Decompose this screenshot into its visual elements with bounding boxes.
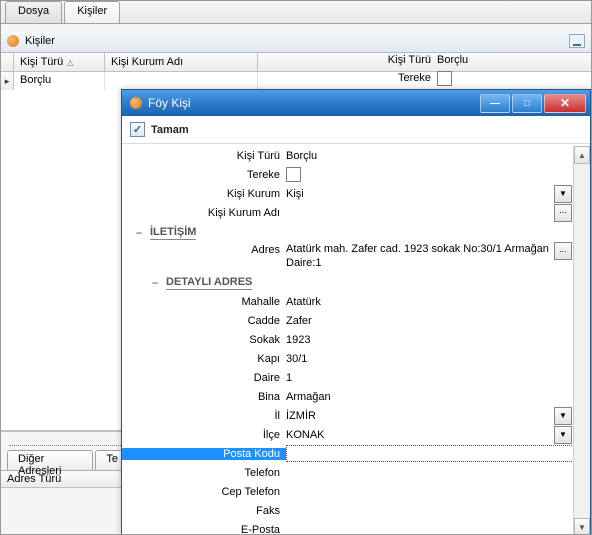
label-mahalle: Mahalle	[122, 296, 286, 308]
value-ilce[interactable]: KONAK	[286, 429, 552, 441]
il-dropdown-button[interactable]: ▼	[554, 407, 572, 425]
info-label-kisi-turu: Kişi Türü	[371, 54, 431, 66]
label-telefon: Telefon	[122, 467, 286, 479]
label-kisi-kurum-adi: Kişi Kurum Adı	[122, 207, 286, 219]
subtab-diger-adresleri[interactable]: Diğer Adresleri	[7, 450, 93, 470]
dialog-scrollbar[interactable]: ▲ ▼	[573, 146, 590, 535]
label-kapi: Kapı	[122, 353, 286, 365]
dialog-titlebar[interactable]: Föy Kişi — □ ✕	[122, 90, 590, 116]
label-posta-kodu: Posta Kodu	[122, 448, 286, 460]
label-kisi-kurum: Kişi Kurum	[122, 188, 286, 200]
collapse-icon: −	[150, 276, 160, 290]
foy-kisi-dialog: Föy Kişi — □ ✕ ✓ Tamam Kişi Türü Borçlu …	[121, 89, 591, 535]
scroll-up-button[interactable]: ▲	[574, 146, 590, 164]
tamam-label: Tamam	[151, 124, 189, 136]
group-iletisim-label: İLETİŞİM	[150, 226, 196, 240]
close-icon: ✕	[560, 96, 570, 110]
label-sokak: Sokak	[122, 334, 286, 346]
grid-row-indicator-header	[1, 53, 14, 71]
tab-kisiler-label: Kişiler	[77, 5, 107, 17]
label-bina: Bina	[122, 391, 286, 403]
subtab-te-label: Te	[106, 453, 118, 465]
value-bina[interactable]: Armağan	[286, 391, 331, 403]
scroll-down-button[interactable]: ▼	[574, 518, 590, 535]
group-detayli-adres[interactable]: −DETAYLI ADRES	[122, 272, 574, 292]
chevron-down-icon: ▼	[559, 411, 567, 420]
panel-icon	[7, 35, 19, 47]
label-ilce: İlçe	[122, 429, 286, 441]
value-cadde[interactable]: Zafer	[286, 315, 312, 327]
tab-dosya[interactable]: Dosya	[5, 1, 62, 23]
chevron-down-icon: ▼	[578, 523, 586, 532]
info-tereke-checkbox[interactable]	[437, 71, 452, 86]
info-value-kisi-turu: Borçlu	[437, 54, 468, 66]
row-current-indicator-icon: ▸	[1, 72, 14, 90]
group-iletisim[interactable]: −İLETİŞİM	[122, 222, 574, 242]
label-il: İl	[122, 410, 286, 422]
table-row[interactable]: ▸ Borçlu	[1, 72, 591, 90]
label-daire: Daire	[122, 372, 286, 384]
dialog-maximize-button[interactable]: □	[512, 94, 542, 113]
maximize-icon: □	[524, 98, 530, 109]
grid-col-kisi-turu-label: Kişi Türü	[20, 56, 63, 68]
subgrid-col-adres-turu[interactable]: Adres Türü	[1, 471, 131, 488]
value-mahalle[interactable]: Atatürk	[286, 296, 321, 308]
kisi-kurum-adi-lookup-button[interactable]: ⋯	[554, 204, 572, 222]
ellipsis-icon: ⋯	[559, 208, 567, 217]
dialog-close-button[interactable]: ✕	[544, 94, 586, 113]
minimize-icon: —	[490, 98, 500, 109]
value-sokak[interactable]: 1923	[286, 334, 310, 346]
dialog-minimize-button[interactable]: —	[480, 94, 510, 113]
value-kapi[interactable]: 30/1	[286, 353, 307, 365]
value-kisi-kurum[interactable]: Kişi	[286, 188, 552, 200]
chevron-down-icon: ▼	[559, 430, 567, 439]
ellipsis-icon: ⋯	[559, 247, 567, 256]
grid-col-kisi-turu[interactable]: Kişi Türü △	[14, 53, 105, 71]
tab-dosya-label: Dosya	[18, 5, 49, 17]
cell-kisi-kurum-adi	[105, 72, 258, 90]
label-faks: Faks	[122, 505, 286, 517]
value-daire[interactable]: 1	[286, 372, 292, 384]
panel-minimize-button[interactable]	[569, 34, 585, 48]
sort-indicator-icon: △	[67, 58, 73, 67]
label-kisi-turu: Kişi Türü	[122, 150, 286, 162]
dialog-icon	[130, 97, 142, 109]
posta-kodu-input[interactable]	[287, 446, 571, 461]
tamam-checkbox[interactable]: ✓	[130, 122, 145, 137]
chevron-up-icon: ▲	[578, 151, 586, 160]
label-cadde: Cadde	[122, 315, 286, 327]
tereke-checkbox[interactable]	[286, 167, 301, 182]
collapse-icon: −	[134, 226, 144, 240]
dialog-title: Föy Kişi	[148, 96, 191, 110]
label-cep-telefon: Cep Telefon	[122, 486, 286, 498]
subgrid-col-adres-turu-label: Adres Türü	[7, 473, 61, 485]
panel-title: Kişiler	[25, 35, 55, 47]
adres-lookup-button[interactable]: ⋯	[554, 242, 572, 260]
cell-kisi-turu: Borçlu	[14, 72, 105, 90]
tab-kisiler[interactable]: Kişiler	[64, 1, 120, 23]
label-eposta: E-Posta	[122, 524, 286, 535]
label-tereke: Tereke	[122, 169, 286, 181]
panel-header: Kişiler	[1, 30, 591, 53]
grid-col-kisi-kurum-adi-label: Kişi Kurum Adı	[111, 56, 183, 68]
value-il[interactable]: İZMİR	[286, 410, 552, 422]
grid-col-kisi-kurum-adi[interactable]: Kişi Kurum Adı	[105, 53, 258, 71]
value-adres[interactable]: Atatürk mah. Zafer cad. 1923 sokak No:30…	[286, 242, 552, 270]
chevron-down-icon: ▼	[559, 189, 567, 198]
splitter[interactable]	[9, 445, 123, 446]
label-adres: Adres	[122, 242, 286, 256]
ilce-dropdown-button[interactable]: ▼	[554, 426, 572, 444]
group-detayli-label: DETAYLI ADRES	[166, 276, 252, 290]
info-label-tereke: Tereke	[371, 72, 431, 84]
kisi-kurum-dropdown-button[interactable]: ▼	[554, 185, 572, 203]
value-kisi-turu[interactable]: Borçlu	[286, 150, 317, 162]
